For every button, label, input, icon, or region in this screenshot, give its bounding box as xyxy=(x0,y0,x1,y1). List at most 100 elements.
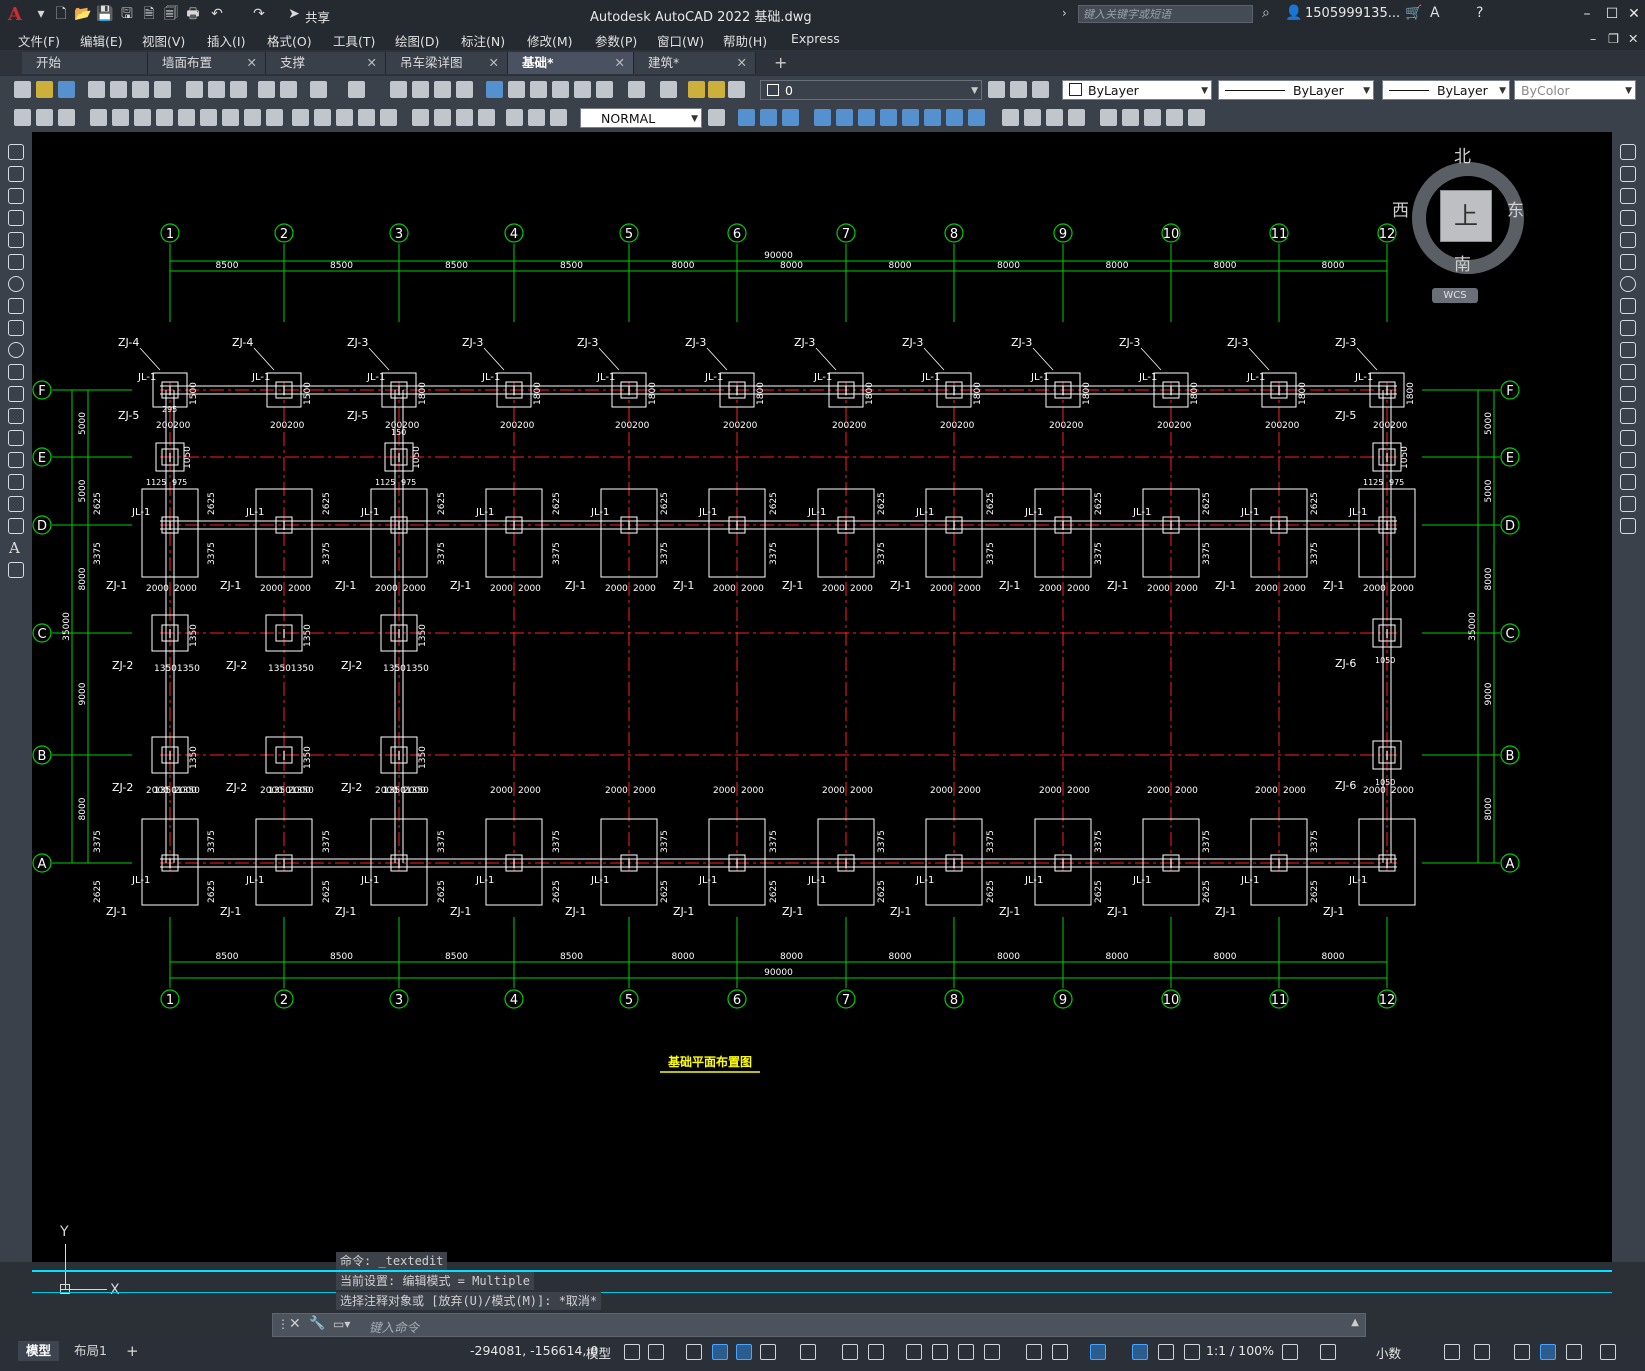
new-file-icon[interactable]: 🗋 xyxy=(52,5,70,23)
zoom-window-icon[interactable] xyxy=(434,81,451,98)
line-icon[interactable] xyxy=(8,144,24,160)
menu-window[interactable]: 窗口(W) xyxy=(657,31,704,50)
trim-icon[interactable] xyxy=(1620,342,1636,358)
mtext-icon[interactable]: A xyxy=(9,539,20,557)
copy-object-icon[interactable] xyxy=(1620,166,1636,182)
open-web-icon[interactable]: 🗎 xyxy=(140,5,158,23)
explode-icon[interactable] xyxy=(1620,518,1636,534)
save-icon[interactable]: 💾 xyxy=(96,5,114,23)
selection-filter-icon[interactable] xyxy=(1052,1344,1068,1360)
ellipse-arc-icon[interactable] xyxy=(8,364,24,380)
isometric-icon[interactable] xyxy=(800,1344,816,1360)
point-icon[interactable] xyxy=(8,430,24,446)
autocad-logo-icon[interactable]: A xyxy=(8,4,28,25)
linear-dim-icon[interactable] xyxy=(36,109,53,126)
cut-icon[interactable] xyxy=(186,81,203,98)
redo-icon[interactable]: ↷ xyxy=(250,5,268,23)
dim-edit-icon[interactable] xyxy=(434,109,451,126)
dim-style-manager-icon[interactable] xyxy=(708,109,725,126)
rectangle-icon[interactable] xyxy=(8,232,24,248)
markup-icon[interactable] xyxy=(574,81,591,98)
annotation-monitor-icon[interactable] xyxy=(1320,1344,1336,1360)
publish-icon[interactable] xyxy=(132,81,149,98)
add-layout-icon[interactable]: + xyxy=(118,1341,147,1361)
share-icon[interactable]: ➤ xyxy=(285,5,303,23)
ellipse-icon[interactable] xyxy=(8,342,24,358)
copy-icon[interactable] xyxy=(208,81,225,98)
make-current-layer-icon[interactable] xyxy=(988,81,1005,98)
drawing-area[interactable]: 1 1 2 2 3 3 4 4 5 5 6 6 7 7 8 8 9 9 10 10 11 11 12 12 F F E E D D C C B B… xyxy=(32,132,1612,1298)
command-grip-icon[interactable]: ⋮ xyxy=(277,1317,289,1331)
menu-view[interactable]: 视图(V) xyxy=(142,31,185,50)
grid-icon[interactable] xyxy=(624,1344,640,1360)
object-snap-tracking-icon[interactable] xyxy=(842,1344,858,1360)
make-block-icon[interactable] xyxy=(8,408,24,424)
pan-icon[interactable] xyxy=(390,81,407,98)
plot-icon[interactable]: 🖶 xyxy=(184,5,202,23)
help-toolbar-icon[interactable] xyxy=(628,81,645,98)
paste-icon[interactable] xyxy=(230,81,247,98)
viewcube-south[interactable]: 南 xyxy=(1454,250,1471,275)
xline-icon[interactable] xyxy=(8,166,24,182)
spline-icon[interactable] xyxy=(8,320,24,336)
tab-crane-beam[interactable]: 吊车梁详图 ✕ xyxy=(386,52,508,74)
undo-toolbar-icon[interactable] xyxy=(310,81,327,98)
new-tab-icon[interactable]: + xyxy=(774,53,787,72)
workspace-gear-icon[interactable] xyxy=(1282,1344,1298,1360)
center-mark-icon[interactable] xyxy=(358,109,375,126)
menu-insert[interactable]: 插入(I) xyxy=(207,31,245,50)
insert-block-icon[interactable] xyxy=(1100,109,1117,126)
lineweight-icon[interactable] xyxy=(906,1344,922,1360)
user-icon[interactable]: 👤 xyxy=(1285,5,1302,21)
inspection-icon[interactable] xyxy=(380,109,397,126)
visual-style-2d-icon[interactable] xyxy=(1002,109,1019,126)
arc-icon[interactable] xyxy=(8,254,24,270)
ucs-z-axis-icon[interactable] xyxy=(968,109,985,126)
units-value[interactable]: 小数 xyxy=(1376,1343,1401,1362)
tab-close-icon[interactable]: ✕ xyxy=(615,52,625,74)
autodesk-a360-icon[interactable]: A xyxy=(1430,5,1440,21)
xref-icon[interactable] xyxy=(1122,109,1139,126)
offset-icon[interactable] xyxy=(1620,210,1636,226)
dynamic-input-icon[interactable] xyxy=(712,1344,728,1360)
menu-file[interactable]: 文件(F) xyxy=(18,31,60,50)
extend-icon[interactable] xyxy=(1620,364,1636,380)
tab-close-icon[interactable]: ✕ xyxy=(247,52,257,74)
user-account[interactable]: 1505999135... xyxy=(1305,6,1400,21)
tab-architecture[interactable]: 建筑* ✕ xyxy=(634,52,756,74)
dim-break-icon[interactable] xyxy=(314,109,331,126)
model-space-toggle[interactable]: 模型 xyxy=(586,1343,611,1362)
save-toolbar-icon[interactable] xyxy=(58,81,75,98)
radius-icon[interactable] xyxy=(134,109,151,126)
isolate-objects-icon[interactable] xyxy=(1514,1344,1530,1360)
blend-icon[interactable] xyxy=(1620,496,1636,512)
quick-dim-icon[interactable] xyxy=(14,109,31,126)
plotstyle-dropdown[interactable]: ByColor ▼ xyxy=(1514,80,1636,100)
properties-icon[interactable] xyxy=(486,81,503,98)
scale-icon[interactable] xyxy=(1620,298,1636,314)
join-icon[interactable] xyxy=(1620,430,1636,446)
menu-edit[interactable]: 编辑(E) xyxy=(80,31,123,50)
tab-bracing[interactable]: 支撑 ✕ xyxy=(266,52,386,74)
ordinate-icon[interactable] xyxy=(112,109,129,126)
tab-close-icon[interactable]: ✕ xyxy=(737,52,747,74)
array-icon[interactable] xyxy=(1620,232,1636,248)
save-web-icon[interactable]: 🗐 xyxy=(162,5,180,23)
menu-help[interactable]: 帮助(H) xyxy=(723,31,767,50)
arc-length-icon[interactable] xyxy=(90,109,107,126)
snap-icon[interactable] xyxy=(648,1344,664,1360)
ucs-previous-icon[interactable] xyxy=(858,109,875,126)
command-close-icon[interactable]: ✕ xyxy=(289,1316,301,1332)
ucs-world-icon[interactable] xyxy=(836,109,853,126)
annotation-scale-icon[interactable] xyxy=(1184,1344,1200,1360)
customization-icon[interactable] xyxy=(1600,1344,1616,1360)
ucs-icon[interactable] xyxy=(814,109,831,126)
diameter-icon[interactable] xyxy=(178,109,195,126)
mirror-icon[interactable] xyxy=(1620,188,1636,204)
layer-manager-icon[interactable] xyxy=(660,81,677,98)
menu-tools[interactable]: 工具(T) xyxy=(333,31,375,50)
aligned-dim-icon[interactable] xyxy=(58,109,75,126)
app-menu-chevron-icon[interactable]: ▾ xyxy=(32,5,50,23)
menu-dimension[interactable]: 标注(N) xyxy=(461,31,505,50)
redo-toolbar-icon[interactable] xyxy=(348,81,365,98)
